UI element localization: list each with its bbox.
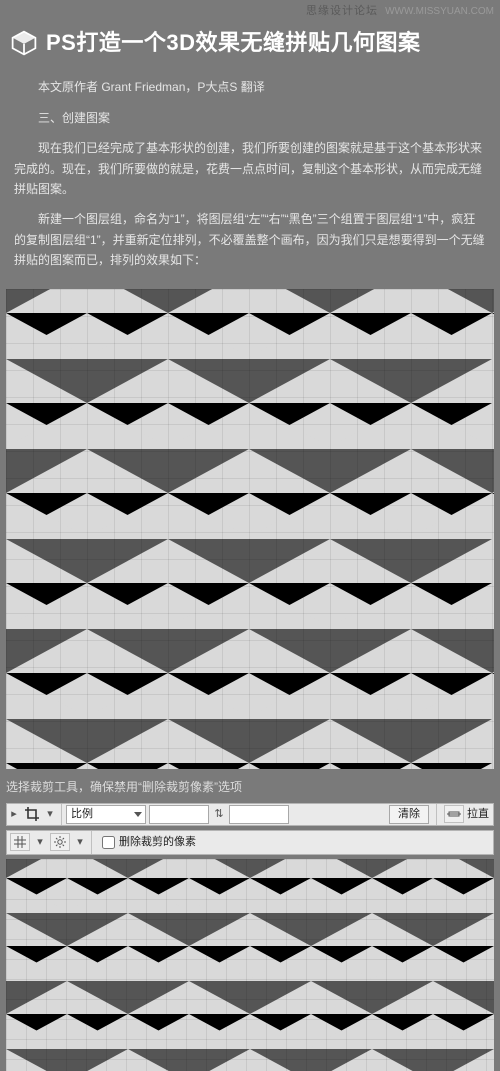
straighten-label: 拉直 <box>467 805 489 824</box>
paragraph-2: 新建一个图层组，命名为“1”，将图层组“左”“右”“黑色”三个组置于图层组“1”… <box>14 209 486 270</box>
overlay-grid-icon[interactable] <box>10 833 30 851</box>
article-body: 本文原作者 Grant Friedman，P大点S 翻译 三、创建图案 现在我们… <box>0 77 500 288</box>
credits-line: 本文原作者 Grant Friedman，P大点S 翻译 <box>14 77 486 97</box>
overlay-dropdown-icon[interactable]: ▾ <box>33 833 47 852</box>
logo-icon <box>10 29 38 57</box>
clear-button[interactable]: 清除 <box>389 805 429 824</box>
collapse-toggle-icon[interactable]: ▸ <box>7 805 21 824</box>
section-heading: 三、创建图案 <box>14 108 486 128</box>
title-bar: PS打造一个3D效果无缝拼贴几何图案 <box>0 18 500 71</box>
figure-1-wrap <box>0 289 500 769</box>
delete-cropped-pixels-checkbox[interactable]: 删除裁剪的像素 <box>102 833 196 852</box>
figure-2-wrap <box>0 859 500 1071</box>
straighten-icon-button[interactable] <box>444 805 464 823</box>
forum-name: 思缘设计论坛 <box>306 5 378 17</box>
forum-url: WWW.MISSYUAN.COM <box>385 6 494 17</box>
tool-preset-dropdown-icon[interactable]: ▾ <box>43 805 57 824</box>
article-title: PS打造一个3D效果无缝拼贴几何图案 <box>46 24 420 61</box>
figure-2-canvas <box>6 859 494 1071</box>
crop-options-bar: ▸ ▾ 比例 ⇅ 清除 拉直 <box>6 803 494 826</box>
paragraph-1: 现在我们已经完成了基本形状的创建，我们所要创建的图案就是基于这个基本形状来完成的… <box>14 138 486 199</box>
swap-dimensions-icon[interactable]: ⇅ <box>212 805 226 824</box>
source-banner: 思缘设计论坛 WWW.MISSYUAN.COM <box>0 0 500 18</box>
page: 思缘设计论坛 WWW.MISSYUAN.COM PS打造一个3D效果无缝拼贴几何… <box>0 0 500 1071</box>
delete-cropped-pixels-label: 删除裁剪的像素 <box>119 833 196 852</box>
delete-cropped-pixels-input[interactable] <box>102 836 115 849</box>
crop-options-bar-2: ▾ ▾ 删除裁剪的像素 <box>6 830 494 855</box>
settings-gear-icon[interactable] <box>50 833 70 851</box>
crop-width-input[interactable] <box>149 805 209 824</box>
crop-height-input[interactable] <box>229 805 289 824</box>
crop-mode-label: 比例 <box>71 808 93 820</box>
figure-1-canvas <box>6 289 494 769</box>
settings-dropdown-icon[interactable]: ▾ <box>73 833 87 852</box>
crop-mode-select[interactable]: 比例 <box>66 805 146 824</box>
crop-caption: 选择裁剪工具，确保禁用“删除裁剪像素”选项 <box>0 769 500 803</box>
crop-tool-icon[interactable] <box>24 806 40 822</box>
